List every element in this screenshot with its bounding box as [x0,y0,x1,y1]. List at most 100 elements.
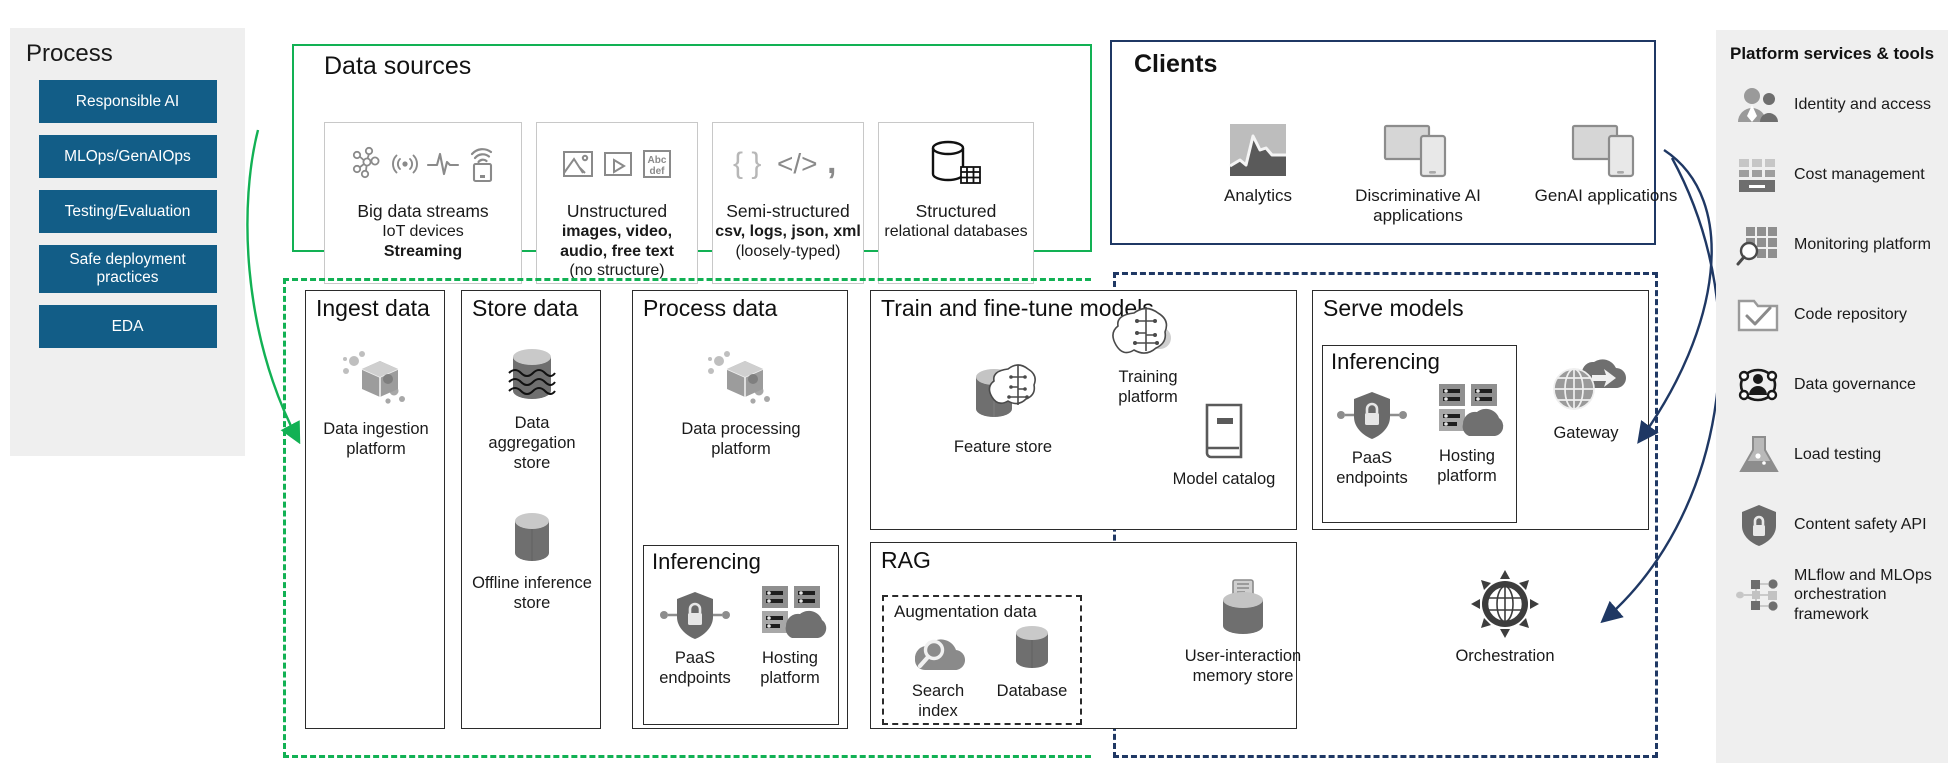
client-analytics: Analytics [1178,122,1338,206]
node-data-processing-platform-label: Data processing platform [681,420,801,459]
node-paas-endpoints-process-label: PaaS endpoints [659,649,731,688]
data-lake-icon [508,349,556,399]
shield-lock-endpoint-icon [660,592,730,639]
code-tag-icon: </> [777,148,817,179]
node-gateway-label: Gateway [1553,424,1619,442]
wifi-device-icon [470,148,493,183]
node-rag-database: Database [988,623,1076,701]
platform-item-monitoring-platform-label: Monitoring platform [1794,236,1931,254]
node-hosting-platform-serve: Hosting platform [1421,380,1513,486]
augmentation-data-title: Augmentation data [894,602,1037,621]
unstructured-icon-row: Abc def [561,135,673,193]
clients-section: Clients Analytics Discriminative AI appl… [1110,40,1677,245]
waveform-icon [426,152,460,176]
platform-item-data-governance-label: Data governance [1794,376,1916,394]
platform-item-cost-management[interactable]: Cost management [1726,140,1938,210]
stage-store-title: Store data [472,295,579,321]
node-hosting-platform-process-label: Hosting platform [760,649,820,688]
node-orchestration: Orchestration [1430,568,1580,666]
diagram-canvas: Process Responsible AI MLOps/GenAIOps Te… [0,0,1957,779]
platform-item-mlflow-mlops-orchestration[interactable]: MLflow and MLOps orchestration framework [1726,560,1938,630]
platform-item-identity-and-access[interactable]: Identity and access [1726,70,1938,140]
gear-orchestration-icon [1471,570,1539,638]
platform-services-panel: Platform services & tools Identity and a… [1716,30,1948,763]
folder-check-icon [1736,292,1782,338]
client-discriminative-ai-applications: Discriminative AI applications [1338,122,1498,227]
cylinder-store-icon [1016,626,1048,668]
stage-rag-title: RAG [881,547,931,573]
node-offline-inference-store: Offline inference store [472,509,592,613]
big-data-label: Big data streams IoT devices Streaming [357,201,488,261]
data-ingestion-cube-icon [343,351,405,404]
process-chip-mlops-genaiops[interactable]: MLOps/GenAIOps [38,135,217,178]
process-chip-testing-evaluation[interactable]: Testing/Evaluation [38,190,217,233]
node-offline-inference-store-label: Offline inference store [472,574,592,613]
node-search-index: Search index [892,625,984,721]
client-genai-applications: GenAI applications [1526,122,1686,206]
node-user-interaction-memory-store: User-interaction memory store [1158,578,1328,686]
platform-services-title: Platform services & tools [1730,44,1935,63]
process-chip-responsible-ai[interactable]: Responsible AI [38,80,217,123]
process-list: Responsible AI MLOps/GenAIOps Testing/Ev… [10,80,245,348]
data-sources-section: Data sources Big data streams IoT device… [292,44,1092,284]
platform-item-load-testing[interactable]: Load testing [1726,420,1938,490]
stage-train-and-fine-tune-models: Train and fine-tune models Feature store [870,290,1297,530]
platform-item-identity-and-access-label: Identity and access [1794,96,1931,114]
big-data-line3: Streaming [383,242,463,260]
semi-structured-glyphs: { } </> , [733,143,836,181]
client-genai-label: GenAI applications [1534,186,1678,205]
process-inferencing-box: Inferencing PaaS endpoints Hosting platf… [643,545,839,725]
structured-line1: Structured [915,201,997,221]
server-cloud-icon [1439,384,1504,436]
node-search-index-label: Search index [911,682,965,721]
feature-store-icon [976,364,1036,417]
platform-item-monitoring-platform[interactable]: Monitoring platform [1726,210,1938,280]
node-data-ingestion-platform: Data ingestion platform [316,349,436,459]
stage-ingest-data: Ingest data Data ingestion platform [305,290,445,729]
platform-item-code-repository[interactable]: Code repository [1726,280,1938,350]
semi-structured-line3: (loosely-typed) [735,242,841,260]
big-data-line1: Big data streams [357,201,489,221]
platform-item-data-governance[interactable]: Data governance [1726,350,1938,420]
node-paas-endpoints-serve: PaaS endpoints [1327,388,1417,488]
platform-item-content-safety-api[interactable]: Content safety API [1726,490,1938,560]
platform-item-content-safety-api-label: Content safety API [1794,516,1927,534]
process-chip-eda[interactable]: EDA [38,305,217,348]
cylinder-store-icon [515,513,549,561]
process-panel-title: Process [26,40,113,67]
server-cloud-icon [762,586,827,638]
node-gateway: Gateway [1531,353,1641,443]
serve-inferencing-box: Inferencing PaaS endpoints Hosting platf… [1322,345,1517,523]
book-icon [1205,403,1243,459]
stage-ingest-title: Ingest data [316,295,430,321]
process-chip-safe-deployment-practices[interactable]: Safe deployment practices [38,245,217,293]
node-data-aggregation-store-label: Data aggregation store [488,414,576,473]
client-analytics-label: Analytics [1223,186,1293,205]
node-paas-endpoints-serve-label: PaaS endpoints [1336,449,1408,488]
big-data-icon-row [350,135,496,193]
platform-item-cost-management-label: Cost management [1794,166,1925,184]
big-data-line2: IoT devices [382,223,464,241]
data-sources-title: Data sources [324,52,472,80]
broadcast-signal-icon [392,154,418,174]
node-orchestration-label: Orchestration [1455,647,1555,665]
search-cloud-icon [914,639,966,671]
data-processing-cube-icon [708,351,770,404]
node-user-interaction-memory-store-label: User-interaction memory store [1184,647,1302,686]
pipeline-graph-icon [1736,572,1782,618]
cost-grid-icon [1736,152,1782,198]
platform-item-mlflow-mlops-orchestration-label: MLflow and MLOps orchestration framework [1794,566,1932,623]
node-data-ingestion-platform-label: Data ingestion platform [323,420,429,459]
globe-cloud-gateway-icon [1553,359,1626,410]
devices-icon [1571,124,1635,178]
node-hosting-platform-process: Hosting platform [744,582,836,688]
shield-lock-endpoint-icon [1337,392,1407,439]
analytics-chart-icon [1229,124,1286,176]
network-nodes-icon [352,146,380,179]
client-discriminative-label: Discriminative AI applications [1355,186,1481,226]
memory-store-icon [1223,579,1263,634]
semi-structured-line1: Semi-structured [726,201,850,221]
monitoring-magnifier-grid-icon [1736,222,1782,268]
clients-title: Clients [1134,50,1218,78]
node-model-catalog: Model catalog [1159,401,1289,489]
